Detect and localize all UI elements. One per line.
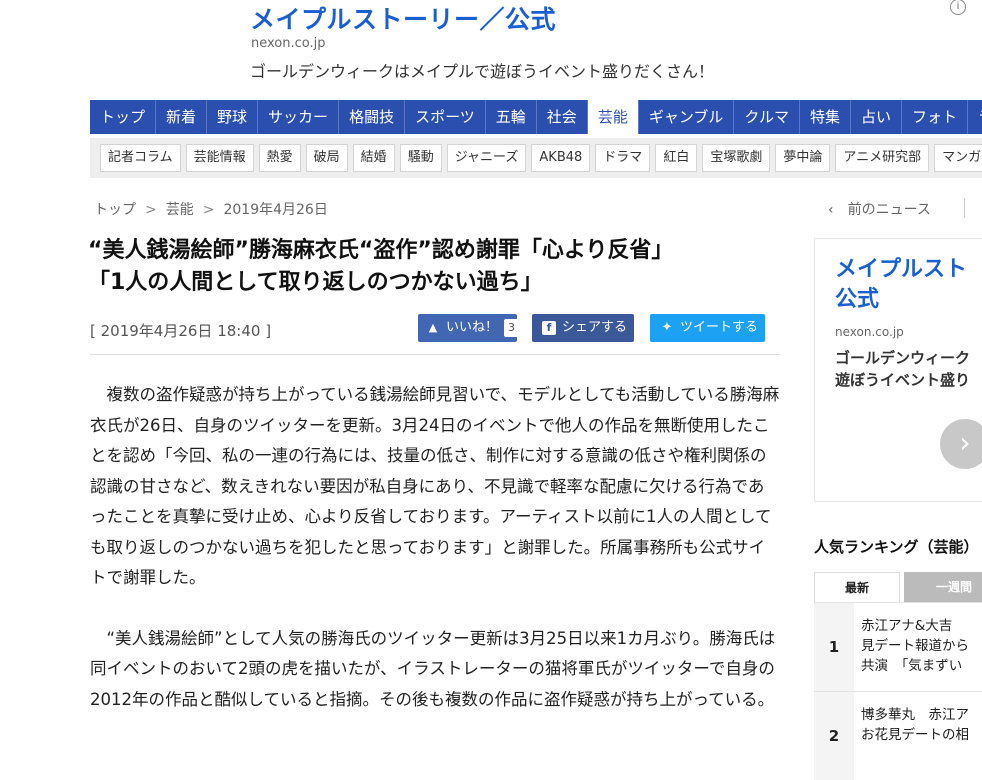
nav-item-entertainment[interactable]: 芸能 xyxy=(587,100,639,134)
ranking-headline-line: 博多華丸 赤江ア xyxy=(861,707,969,723)
divider xyxy=(90,354,780,355)
sidebar-ad-desc-line: ゴールデンウィーク xyxy=(835,349,971,367)
ranking-item[interactable]: 1 赤江アナ&大吉 見デート報道から 共演 「気まずい xyxy=(814,602,982,691)
sidebar-ad-desc-line: 遊ぼうイベント盛り xyxy=(835,371,971,389)
nav-item-cars[interactable]: クルマ xyxy=(734,100,800,134)
sub-nav-item[interactable]: AKB48 xyxy=(531,144,591,172)
ranking-title: 人気ランキング（芸能） xyxy=(814,538,979,556)
twitter-tweet-button[interactable]: ✦ ツイートする xyxy=(650,314,765,342)
ranking-number: 1 xyxy=(814,603,854,691)
sub-nav-item[interactable]: 結婚 xyxy=(352,144,395,172)
sub-nav-item[interactable]: マンガ xyxy=(934,144,982,172)
nav-item-gambling[interactable]: ギャンブル xyxy=(639,100,735,134)
ad-title[interactable]: メイプルストーリー／公式 xyxy=(250,0,556,36)
ad-description: ゴールデンウィークはメイプルで遊ぼうイベント盛りだくさん！ xyxy=(250,62,715,81)
article-paragraph: “美人銭湯絵師”として人気の勝海氏のツイッター更新は3月25日以来1カ月ぶり。勝… xyxy=(90,628,776,709)
nav-item-olympics[interactable]: 五輪 xyxy=(486,100,537,134)
facebook-share-button[interactable]: f シェアする xyxy=(532,314,634,342)
main-nav: トップ 新着 野球 サッカー 格闘技 スポーツ 五輪 社会 芸能 ギャンブル ク… xyxy=(90,100,982,134)
ranking-headline-line: お花見デートの相 xyxy=(861,727,969,743)
sub-nav: 記者コラム 芸能情報 熱愛 破局 結婚 騒動 ジャニーズ AKB48 ドラマ 紅… xyxy=(90,138,982,178)
sub-nav-item[interactable]: ドラマ xyxy=(595,144,651,172)
article-datetime: [ 2019年4月26日 18:40 ] xyxy=(90,322,272,340)
twitter-bird-icon: ✦ xyxy=(661,319,673,335)
sub-nav-item[interactable]: 紅白 xyxy=(655,144,698,172)
tab-latest[interactable]: 最新 xyxy=(814,572,900,602)
sub-nav-item[interactable]: 記者コラム xyxy=(100,144,181,172)
sidebar-ad[interactable]: メイプルスト 公式 nexon.co.jp ゴールデンウィーク 遊ぼうイベント盛… xyxy=(814,238,982,502)
sub-nav-item[interactable]: ジャニーズ xyxy=(446,144,527,172)
ranking-headline[interactable]: 博多華丸 赤江ア お花見デートの相 xyxy=(861,705,969,745)
ranking-headline[interactable]: 赤江アナ&大吉 見デート報道から 共演 「気まずい xyxy=(861,616,969,676)
tab-weekly[interactable]: 一週間 xyxy=(904,572,982,602)
article-headline: “美人銭湯絵師”勝海麻衣氏“盗作”認め謝罪「心より反省」 「1人の人間として取り… xyxy=(88,235,778,299)
nav-item-society[interactable]: 社会 xyxy=(537,100,588,134)
breadcrumb: トップ > 芸能 >2019年4月26日 xyxy=(94,199,328,219)
prev-news-label: 前のニュース xyxy=(847,202,931,218)
breadcrumb-category[interactable]: 芸能 xyxy=(166,202,194,218)
sidebar-ad-title-line: 公式 xyxy=(835,287,880,312)
ad-url: nexon.co.jp xyxy=(251,36,326,51)
prev-news-link[interactable]: ‹ 前のニュース xyxy=(828,199,931,219)
ranking-item[interactable]: 2 博多華丸 赤江ア お花見デートの相 xyxy=(814,691,982,780)
sidebar-ad-url: nexon.co.jp xyxy=(835,325,904,339)
facebook-icon: f xyxy=(542,320,556,335)
ranking-list: 1 赤江アナ&大吉 見デート報道から 共演 「気まずい 2 博多華丸 赤江ア お… xyxy=(814,602,982,780)
like-button[interactable]: ▲ いいね！ 3 xyxy=(418,314,520,342)
ranking-number: 2 xyxy=(814,692,854,780)
like-count: 3 xyxy=(504,318,520,337)
sidebar-ad-title[interactable]: メイプルスト 公式 xyxy=(835,255,982,315)
breadcrumb-separator: > xyxy=(145,202,157,218)
twitter-tweet-label: ツイートする xyxy=(680,320,759,335)
nav-item-martial-arts[interactable]: 格闘技 xyxy=(339,100,406,134)
sidebar-ad-description: ゴールデンウィーク 遊ぼうイベント盛り xyxy=(835,347,970,391)
headline-line-2: 「1人の人間として取り返しのつかない過ち」 xyxy=(88,270,543,295)
article-body: 複数の盗作疑惑が持ち上がっている銭湯絵師見習いで、モデルとしても活動している勝海… xyxy=(90,380,780,745)
ranking-tabs: 最新 一週間 xyxy=(814,572,982,602)
sub-nav-item[interactable]: 宝塚歌劇 xyxy=(702,144,771,172)
article-paragraph: 複数の盗作疑惑が持ち上がっている銭湯絵師見習いで、モデルとしても活動している勝海… xyxy=(90,385,780,587)
divider xyxy=(964,198,965,218)
like-label: いいね！ xyxy=(446,320,499,335)
sub-nav-item[interactable]: 破局 xyxy=(305,144,348,172)
sub-nav-item[interactable]: 夢中論 xyxy=(775,144,831,172)
ad-info-icon[interactable]: i xyxy=(950,0,966,15)
sub-nav-item[interactable]: 芸能情報 xyxy=(185,144,254,172)
nav-item-features[interactable]: 特集 xyxy=(800,100,851,134)
ranking-headline-line: 見デート報道から xyxy=(861,638,969,654)
nav-item-new[interactable]: 新着 xyxy=(156,100,208,134)
chevron-right-icon[interactable]: › xyxy=(940,419,982,469)
thumbs-up-icon: ▲ xyxy=(428,320,438,334)
sub-nav-item[interactable]: アニメ研究部 xyxy=(835,144,930,172)
headline-line-1: “美人銭湯絵師”勝海麻衣氏“盗作”認め謝罪「心より反省」 xyxy=(88,238,674,263)
nav-item-sports[interactable]: スポーツ xyxy=(405,100,486,134)
nav-item-photo[interactable]: フォト xyxy=(902,100,968,134)
breadcrumb-top[interactable]: トップ xyxy=(94,202,136,218)
nav-item-fortune[interactable]: 占い xyxy=(851,100,902,134)
ranking-headline-line: 共演 「気まずい xyxy=(861,658,963,674)
breadcrumb-date: 2019年4月26日 xyxy=(223,202,328,218)
sub-nav-item[interactable]: 騒動 xyxy=(399,144,442,172)
ranking-headline-line: 赤江アナ&大吉 xyxy=(861,618,953,634)
nav-item-soccer[interactable]: サッカー xyxy=(258,100,340,134)
sidebar-ad-title-line: メイプルスト xyxy=(835,257,968,282)
nav-item-more[interactable]: ラ xyxy=(968,100,982,134)
nav-item-top[interactable]: トップ xyxy=(90,100,157,134)
breadcrumb-separator: > xyxy=(202,202,215,218)
facebook-share-label: シェアする xyxy=(562,320,628,335)
nav-item-baseball[interactable]: 野球 xyxy=(207,100,259,134)
sub-nav-item[interactable]: 熱愛 xyxy=(258,144,301,172)
chevron-left-icon: ‹ xyxy=(828,202,834,218)
